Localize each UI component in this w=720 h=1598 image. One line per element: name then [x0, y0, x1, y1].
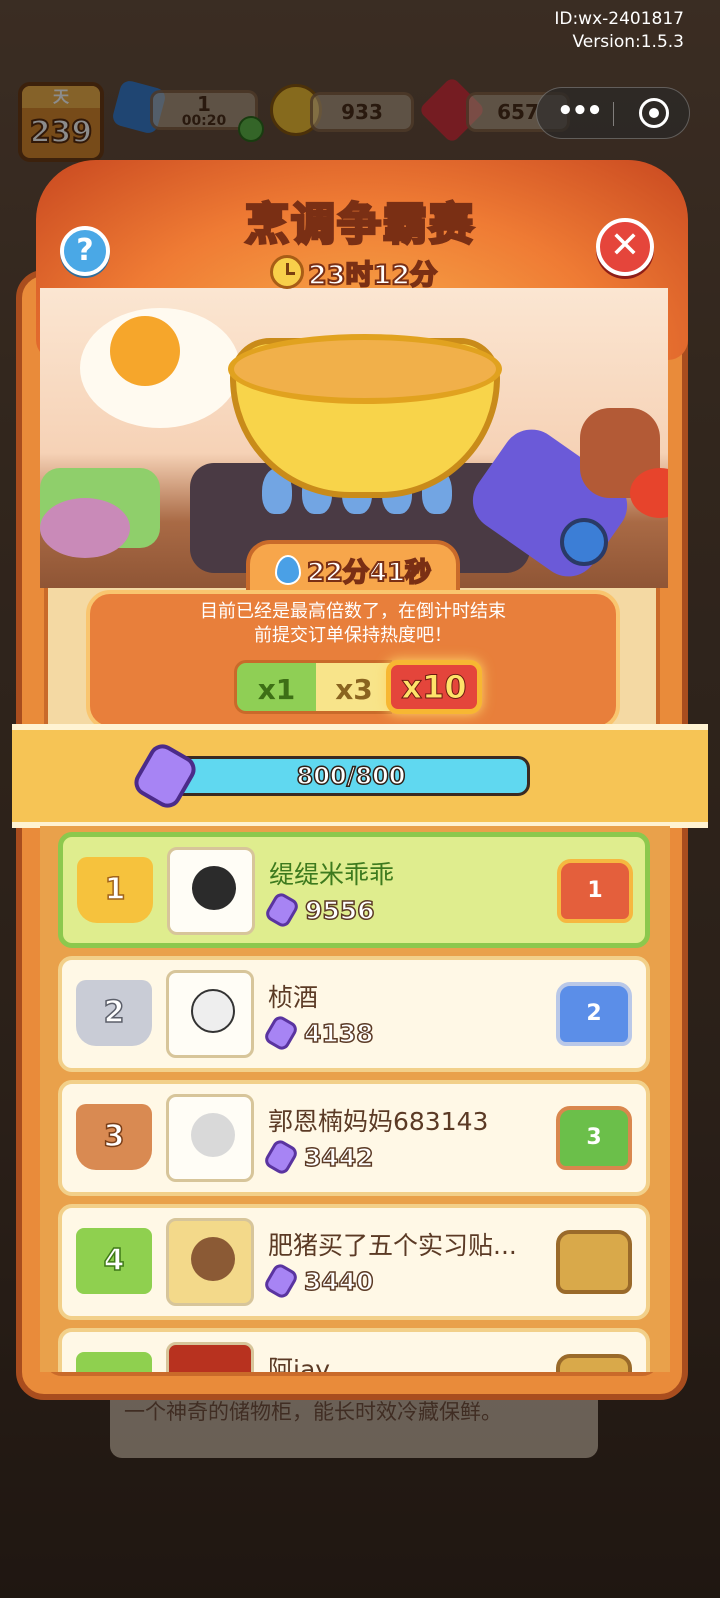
- avatar[interactable]: [166, 1342, 254, 1372]
- score-value: 3442: [303, 1142, 374, 1173]
- potion-icon: [262, 1013, 300, 1053]
- multiplier-x1: x1: [234, 660, 316, 714]
- player-score: 9556: [263, 890, 375, 930]
- help-button[interactable]: ?: [60, 226, 110, 276]
- leaderboard-row-2[interactable]: 2 桢酒 4138 2: [58, 956, 650, 1072]
- avatar[interactable]: [166, 1094, 254, 1182]
- bronze-crown-icon: 3: [76, 1104, 152, 1170]
- silver-crown-icon: 2: [76, 980, 152, 1046]
- heat-timer-tab: 22分41秒: [246, 540, 460, 596]
- heat-message: 目前已经是最高倍数了，在倒计时结束 前提交订单保持热度吧！: [92, 600, 614, 648]
- onion-decoration: [40, 498, 130, 558]
- contest-countdown: 23时12分: [270, 252, 438, 292]
- potion-icon: [263, 890, 301, 930]
- player-name: 缇缇米乖乖: [269, 860, 395, 889]
- gold-crown-icon: 1: [77, 857, 153, 923]
- multiplier-x10-selected: x10: [386, 660, 482, 714]
- progress-text: 800/800: [296, 761, 406, 791]
- potion-icon: [262, 1137, 300, 1177]
- avatar-image: [192, 866, 236, 910]
- player-name: 阿jay: [268, 1355, 331, 1372]
- heat-drop-icon: [274, 555, 301, 585]
- avatar-image: [191, 989, 235, 1033]
- player-name: 桢酒: [268, 983, 319, 1012]
- leaderboard-row-5[interactable]: 阿jay: [58, 1328, 650, 1372]
- player-score: 4138: [262, 1013, 374, 1053]
- reward-chest-icon[interactable]: [556, 1354, 632, 1372]
- more-menu-icon[interactable]: •••: [557, 96, 603, 126]
- avatar[interactable]: [167, 847, 255, 935]
- player-score: 3440: [262, 1261, 374, 1301]
- reward-chest-2-icon[interactable]: 2: [556, 982, 632, 1046]
- potion-icon: [262, 1261, 300, 1301]
- avatar-image: [191, 1113, 235, 1157]
- heat-message-line1: 目前已经是最高倍数了，在倒计时结束: [200, 601, 506, 622]
- exit-mini-program-icon[interactable]: [639, 98, 669, 128]
- score-value: 3440: [303, 1266, 374, 1297]
- countdown-text: 23时12分: [307, 259, 438, 292]
- stove-knob-icon: [560, 518, 608, 566]
- avatar[interactable]: [166, 970, 254, 1058]
- heat-message-line2: 前提交订单保持热度吧！: [254, 625, 452, 646]
- rank-badge: [76, 1352, 152, 1372]
- multiplier-x3: x3: [316, 660, 392, 714]
- reward-chest-icon[interactable]: [556, 1230, 632, 1294]
- egg-yolk: [110, 316, 180, 386]
- leaderboard-row-3[interactable]: 3 郭恩楠妈妈683143 3442 3: [58, 1080, 650, 1196]
- avatar-image: [191, 1237, 235, 1281]
- version-info: ID:wx-2401817 Version:1.5.3: [554, 8, 684, 54]
- close-button[interactable]: ✕: [596, 218, 654, 276]
- leaderboard-row-4[interactable]: 4 肥猪买了五个实习贴... 3440: [58, 1204, 650, 1320]
- soup-surface: [228, 334, 502, 404]
- clock-icon: [270, 255, 304, 289]
- version-label: Version:1.5.3: [572, 32, 685, 52]
- capsule-divider: [613, 102, 614, 126]
- score-value: 9556: [304, 895, 375, 926]
- leaderboard-row-1[interactable]: 1 缇缇米乖乖 9556 1: [58, 832, 650, 948]
- avatar[interactable]: [166, 1218, 254, 1306]
- app-id-label: ID:wx-2401817: [554, 9, 684, 29]
- leaderboard-list[interactable]: 1 缇缇米乖乖 9556 1 2 桢酒 4138 2 3 郭恩楠妈妈683143…: [40, 826, 670, 1372]
- reward-chest-3-icon[interactable]: 3: [556, 1106, 632, 1170]
- player-name: 肥猪买了五个实习贴...: [268, 1231, 517, 1260]
- mini-program-capsule: •••: [536, 87, 690, 139]
- heat-timer-text: 22分41秒: [306, 557, 432, 589]
- rank-badge: 4: [76, 1228, 152, 1294]
- reward-chest-1-icon[interactable]: 1: [557, 859, 633, 923]
- score-value: 4138: [303, 1018, 374, 1049]
- player-score: 3442: [262, 1137, 374, 1177]
- player-name: 郭恩楠妈妈683143: [268, 1107, 489, 1136]
